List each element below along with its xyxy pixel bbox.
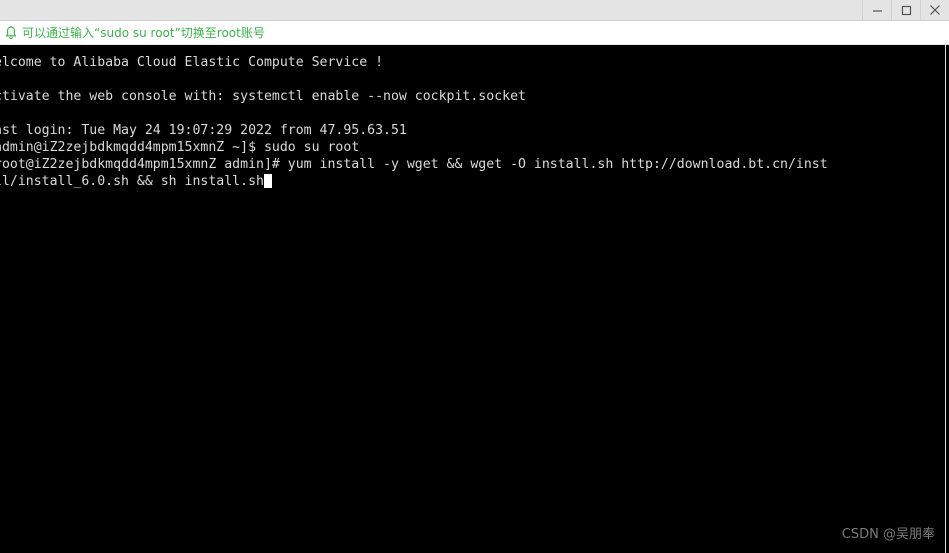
notification-bar: 可以通过输入“sudo su root”切换至root账号 — [0, 21, 949, 45]
window-titlebar — [0, 0, 949, 21]
terminal-line: elcome to Alibaba Cloud Elastic Compute … — [0, 55, 384, 70]
terminal-line-prompt-user: admin@iZ2zejbdkmqdd4mpm15xmnZ ~]$ sudo s… — [0, 140, 360, 155]
close-button[interactable] — [920, 0, 949, 20]
terminal-line-command-wrap: ll/install_6.0.sh && sh install.sh — [0, 173, 945, 190]
terminal-cursor — [263, 174, 272, 188]
terminal-line: ast login: Tue May 24 19:07:29 2022 from… — [0, 123, 407, 138]
terminal-command-text: ll/install_6.0.sh && sh install.sh — [0, 174, 264, 189]
terminal-line-prompt-root: root@iZ2zejbdkmqdd4mpm15xmnZ admin]# yum… — [0, 157, 828, 172]
notification-text: 可以通过输入“sudo su root”切换至root账号 — [22, 25, 265, 40]
terminal-output-area[interactable]: elcome to Alibaba Cloud Elastic Compute … — [0, 45, 946, 553]
close-icon — [929, 4, 941, 16]
bell-icon — [3, 25, 19, 41]
terminal-window: 可以通过输入“sudo su root”切换至root账号 elcome to … — [0, 0, 949, 553]
minimize-button[interactable] — [862, 0, 891, 20]
maximize-button[interactable] — [891, 0, 920, 20]
maximize-icon — [901, 5, 912, 16]
terminal-line: ctivate the web console with: systemctl … — [0, 89, 526, 104]
titlebar-drag-area[interactable] — [0, 0, 862, 20]
terminal-text-container: elcome to Alibaba Cloud Elastic Compute … — [0, 54, 945, 190]
minimize-icon — [872, 5, 883, 16]
watermark: CSDN @吴朋奉 — [841, 527, 935, 542]
